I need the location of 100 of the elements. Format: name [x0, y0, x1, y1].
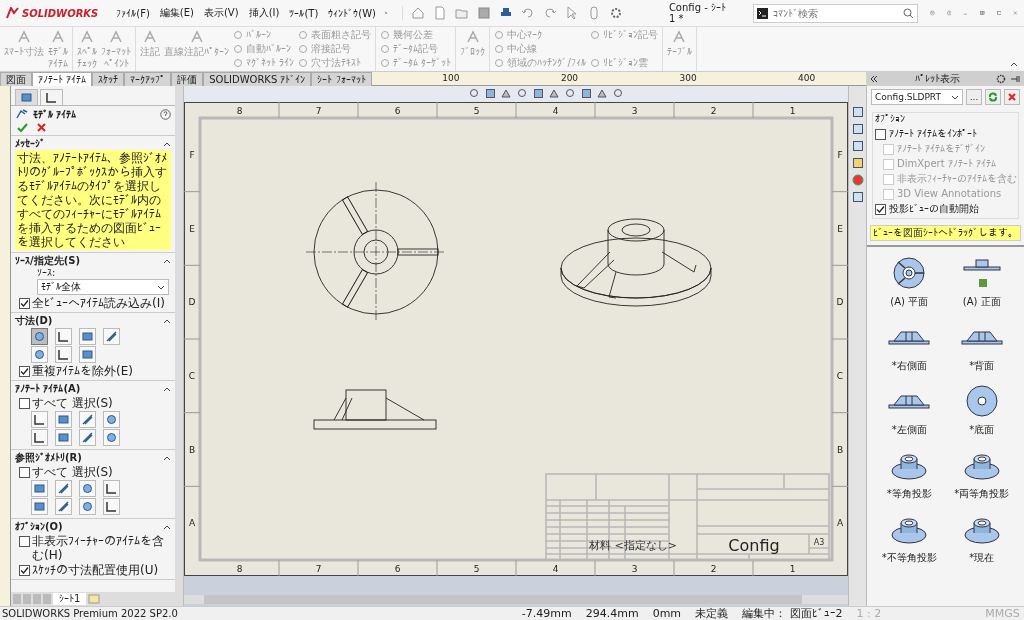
view-tool-icon[interactable] — [580, 87, 592, 99]
view-label[interactable]: *右側面 — [891, 359, 927, 373]
view-label[interactable]: (A) 正面 — [962, 295, 1001, 309]
search-icon[interactable] — [903, 7, 915, 19]
source-dropdown[interactable]: ﾓﾃﾞﾙ全体 — [37, 279, 169, 295]
command-search-box[interactable]: ｺﾏﾝﾄﾞ検索 — [753, 3, 919, 23]
ribbon-tab[interactable]: SOLIDWORKS ｱﾄﾞｲﾝ — [203, 72, 312, 86]
task-pane-tab-icon[interactable] — [851, 123, 864, 135]
command-search-field[interactable]: ｺﾏﾝﾄﾞ検索 — [771, 6, 901, 20]
view-label[interactable]: *底面 — [969, 423, 995, 437]
item-type-button[interactable] — [103, 480, 120, 497]
menu-item[interactable]: 編集(E) — [157, 6, 196, 20]
menu-item[interactable]: ﾌｧｲﾙ(F) — [114, 7, 152, 19]
view-label[interactable]: (A) 平面 — [890, 295, 929, 309]
menu-item[interactable]: 挿入(I) — [246, 6, 282, 20]
item-type-button[interactable] — [55, 328, 72, 345]
ribbon-tab[interactable]: 図面 — [0, 72, 32, 86]
view-tool-icon[interactable] — [468, 87, 480, 99]
checkbox[interactable] — [19, 298, 30, 309]
item-type-button[interactable] — [79, 498, 96, 515]
view-label[interactable]: *背面 — [969, 359, 995, 373]
item-type-button[interactable] — [31, 328, 48, 345]
sheet-tab[interactable]: ｼｰﾄ1 — [53, 593, 87, 605]
checkbox[interactable] — [19, 467, 30, 478]
horizontal-scrollbar[interactable] — [184, 595, 848, 604]
ribbon-tab[interactable]: ﾏｰｸｱｯﾌﾟ — [124, 72, 172, 86]
toolbar-icon[interactable] — [564, 6, 579, 20]
item-type-button[interactable] — [79, 328, 96, 345]
ribbon-tab[interactable]: ｱﾉﾃｰﾄ ｱｲﾃﾑ — [32, 72, 93, 86]
view-label[interactable]: *左側面 — [891, 423, 927, 437]
ok-icon[interactable] — [17, 122, 28, 133]
item-type-button[interactable] — [31, 429, 48, 446]
cancel-icon[interactable] — [36, 122, 47, 133]
view-tool-icon[interactable] — [532, 87, 544, 99]
front-view-drawing[interactable] — [313, 389, 437, 430]
toolbar-icon[interactable] — [410, 6, 425, 20]
checkbox[interactable] — [19, 565, 30, 576]
checkbox[interactable] — [19, 366, 30, 377]
view-tool-icon[interactable] — [484, 87, 496, 99]
item-type-button[interactable] — [103, 328, 120, 345]
isometric-view-drawing[interactable] — [560, 218, 712, 307]
item-type-button[interactable] — [55, 480, 72, 497]
toolbar-icon[interactable] — [520, 6, 535, 20]
collapse-icon[interactable] — [163, 454, 171, 461]
item-type-button[interactable] — [79, 480, 96, 497]
ribbon-tab[interactable]: ｼｰﾄ ﾌｫｰﾏｯﾄ — [311, 72, 372, 86]
item-type-button[interactable] — [31, 411, 48, 428]
menu-item[interactable]: ﾂｰﾙ(T) — [287, 7, 321, 19]
toolbar-icon[interactable] — [608, 6, 623, 20]
ribbon-tab[interactable]: ｽｹｯﾁ — [92, 72, 125, 86]
checkbox[interactable] — [19, 536, 30, 547]
task-pane-tab-icon[interactable] — [851, 106, 864, 118]
view-tool-icon[interactable] — [564, 87, 576, 99]
panel-tab[interactable] — [40, 89, 63, 105]
item-type-button[interactable] — [55, 429, 72, 446]
clear-button[interactable] — [1004, 89, 1020, 105]
view-label[interactable]: *等角投影 — [886, 487, 932, 501]
item-type-button[interactable] — [55, 498, 72, 515]
view-label[interactable]: *両等角投影 — [954, 487, 1010, 501]
collapse-ribbon-icon[interactable] — [1010, 61, 1018, 67]
item-type-button[interactable] — [103, 498, 120, 515]
view-label[interactable]: *不等角投影 — [881, 551, 937, 565]
item-type-button[interactable] — [103, 411, 120, 428]
item-type-button[interactable] — [79, 411, 96, 428]
view-label[interactable]: *現在 — [969, 551, 995, 565]
item-type-button[interactable] — [31, 480, 48, 497]
model-dropdown[interactable]: Config.SLDPRT — [871, 89, 963, 105]
task-pane-tab-icon[interactable] — [851, 174, 864, 186]
item-type-button[interactable] — [55, 346, 72, 363]
toolbar-icon[interactable] — [542, 6, 557, 20]
collapse-icon[interactable] — [163, 140, 171, 147]
menu-item[interactable]: ｳｨﾝﾄﾞｳ(W) — [326, 7, 378, 19]
settings-icon[interactable] — [996, 74, 1006, 84]
item-type-button[interactable] — [31, 498, 48, 515]
collapse-icon[interactable] — [163, 385, 171, 392]
refresh-button[interactable] — [985, 89, 1001, 105]
item-type-button[interactable] — [55, 411, 72, 428]
checkbox[interactable] — [875, 129, 886, 140]
top-view-drawing[interactable] — [305, 181, 447, 323]
pin-icon[interactable] — [1010, 74, 1020, 84]
collapse-icon[interactable] — [163, 257, 171, 264]
task-pane-tab-icon[interactable] — [851, 157, 864, 169]
task-pane-tab-icon[interactable] — [851, 191, 864, 203]
view-tool-icon[interactable] — [612, 87, 624, 99]
expand-icon[interactable] — [870, 75, 878, 83]
collapse-icon[interactable] — [163, 317, 171, 324]
item-type-button[interactable] — [79, 429, 96, 446]
browse-button[interactable]: ... — [966, 89, 982, 105]
item-type-button[interactable] — [79, 346, 96, 363]
panel-tab[interactable] — [15, 89, 38, 105]
task-pane-tab-icon[interactable] — [851, 140, 864, 152]
checkbox[interactable] — [875, 204, 886, 215]
item-type-button[interactable] — [31, 346, 48, 363]
ribbon-tab[interactable]: 評価 — [171, 72, 204, 86]
collapse-icon[interactable] — [163, 523, 171, 530]
checkbox[interactable] — [19, 398, 30, 409]
menu-item[interactable]: 表示(V) — [201, 6, 241, 20]
item-type-button[interactable] — [103, 429, 120, 446]
help-icon[interactable] — [160, 108, 171, 120]
view-tool-icon[interactable] — [516, 87, 528, 99]
